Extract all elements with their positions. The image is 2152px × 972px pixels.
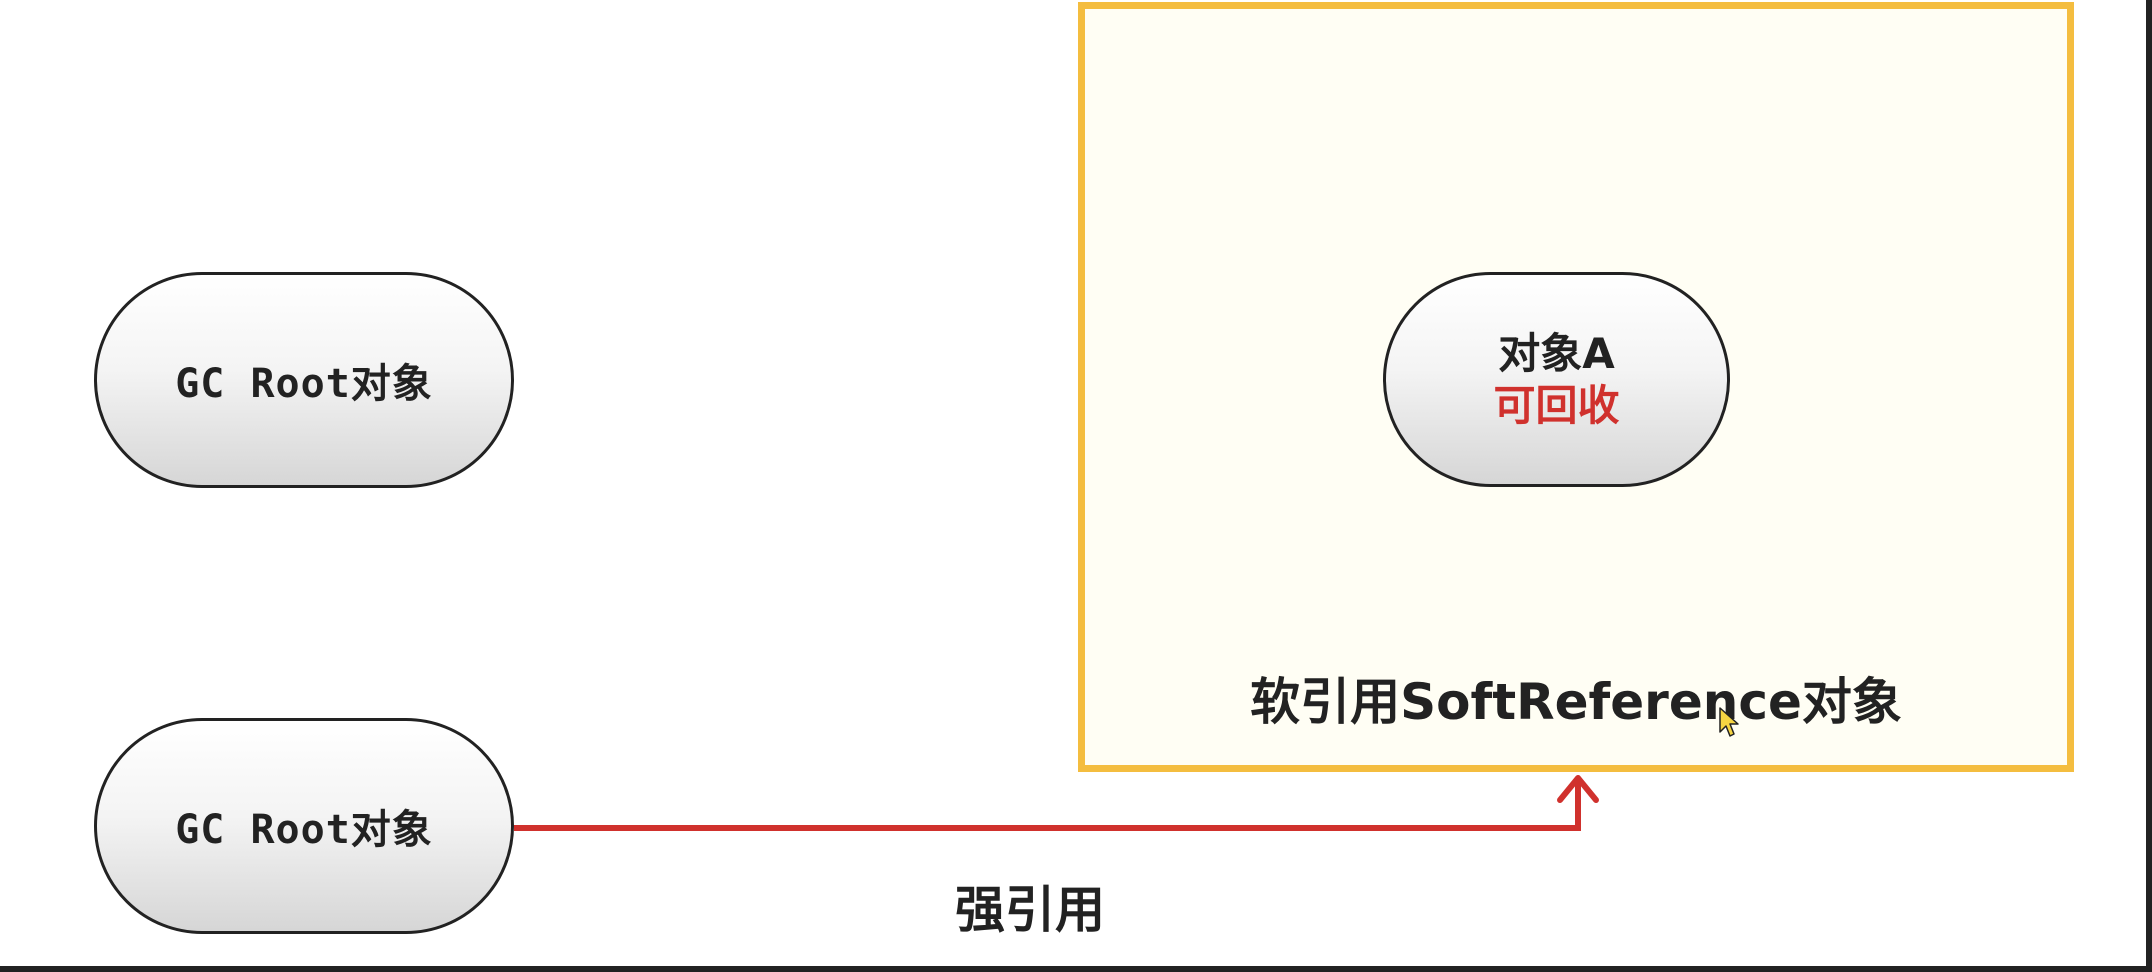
gc-root-label: GC Root对象 [175, 807, 433, 853]
frame-border-bottom [0, 966, 2152, 972]
object-a-status: 可回收 [1493, 380, 1620, 430]
mouse-cursor-icon [1719, 707, 1739, 737]
soft-reference-label: 软引用SoftReference对象 [1250, 673, 1902, 731]
arrow-head [1557, 775, 1599, 803]
gc-root-node-top: GC Root对象 [94, 272, 514, 488]
strong-reference-line [514, 780, 1581, 831]
object-a-label: 对象A [1498, 328, 1615, 378]
strong-reference-label: 强引用 [955, 881, 1105, 939]
object-a-node: 对象A 可回收 [1383, 272, 1730, 487]
gc-root-node-bottom: GC Root对象 [94, 718, 514, 934]
frame-border-right [2146, 0, 2152, 972]
gc-root-label: GC Root对象 [175, 361, 433, 407]
